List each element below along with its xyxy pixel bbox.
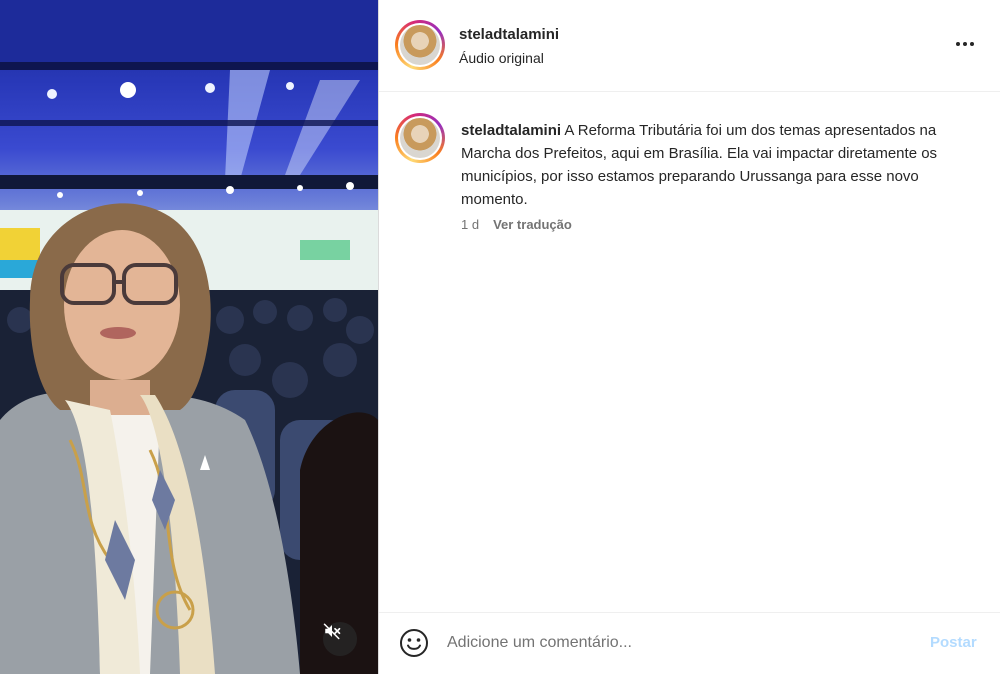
audio-label[interactable]: Áudio original: [459, 50, 544, 66]
post-comment-button[interactable]: Postar: [930, 634, 977, 651]
mute-toggle-button[interactable]: [323, 622, 357, 656]
caption-text: steladtalamini A Reforma Tributária foi …: [461, 119, 986, 211]
caption-avatar: [400, 118, 440, 158]
more-options-icon: [956, 42, 960, 46]
post-age[interactable]: 1 d: [461, 217, 479, 232]
emoji-button[interactable]: [399, 628, 429, 658]
story-ring[interactable]: [395, 20, 445, 70]
avatar: [400, 25, 440, 65]
post-header: steladtalamini Áudio original: [379, 0, 1000, 92]
caption-username[interactable]: steladtalamini: [461, 122, 561, 139]
caption-story-ring[interactable]: [395, 113, 445, 163]
speaker-muted-icon: [323, 623, 341, 640]
post-details-panel: steladtalamini Áudio original steladtala…: [378, 0, 1000, 674]
video-player[interactable]: [0, 0, 378, 674]
see-translation-link[interactable]: Ver tradução: [493, 217, 572, 232]
comment-input[interactable]: [447, 629, 907, 657]
header-username[interactable]: steladtalamini: [459, 26, 559, 43]
comment-bar: Postar: [379, 612, 1000, 674]
more-options-button[interactable]: [951, 32, 979, 56]
emoji-smile-icon: [400, 629, 428, 657]
video-frame: [0, 0, 378, 674]
caption-meta: 1 d Ver tradução: [461, 217, 572, 232]
